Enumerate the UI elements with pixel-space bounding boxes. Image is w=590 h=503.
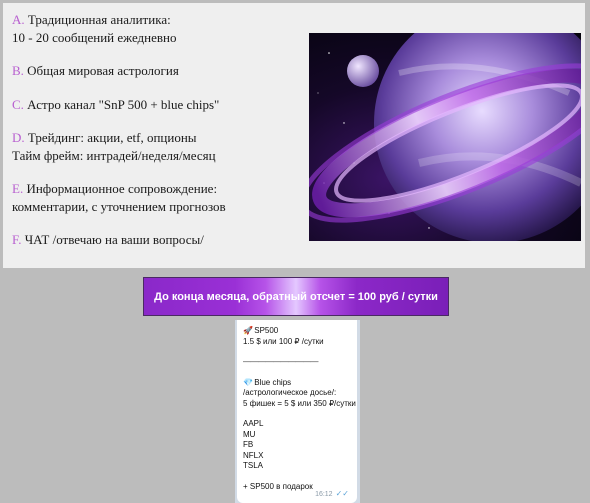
message-time: 16:12 ✓✓ xyxy=(315,489,349,501)
message-bubble: 🚀 SP500 1.5 $ или 100 ₽ /сутки —————————… xyxy=(237,320,357,503)
service-item-a: A. Традиционная аналитика: 10 - 20 сообщ… xyxy=(12,11,302,46)
service-text: Астро канал "SnP 500 + blue chips" xyxy=(27,96,220,112)
service-letter: B. xyxy=(12,63,24,78)
sp500-line: 🚀 SP500 xyxy=(243,326,351,337)
service-item-e: E. Информационное сопровождение: коммент… xyxy=(12,180,302,215)
ticker-aapl: AAPL xyxy=(243,419,264,428)
service-letter: D. xyxy=(12,130,25,145)
bluechips-desc: /астрологическое досье/: xyxy=(243,388,337,397)
bluechips-title: Blue chips xyxy=(254,377,292,387)
ticker-fb: FB xyxy=(243,440,254,449)
divider-line: —————————— xyxy=(243,357,319,366)
service-item-c: C. Астро канал "SnP 500 + blue chips" xyxy=(12,96,302,114)
planet-image xyxy=(309,33,581,241)
diamond-icon: 💎 xyxy=(243,377,253,387)
service-letter: E. xyxy=(12,181,24,196)
timestamp: 16:12 xyxy=(315,490,333,498)
service-text: Общая мировая астрология xyxy=(27,63,179,78)
service-text: Информационное сопровождение: xyxy=(26,181,218,196)
countdown-banner-button[interactable]: До конца месяца, обратный отсчет = 100 р… xyxy=(143,277,449,316)
service-text: Тайм фрейм: интрадей/неделя/месяц xyxy=(12,147,216,163)
service-letter: C. xyxy=(12,96,24,112)
double-check-icon: ✓✓ xyxy=(335,488,349,498)
services-list: A. Традиционная аналитика: 10 - 20 сообщ… xyxy=(12,11,302,265)
service-text: комментарии, с уточнением прогнозов xyxy=(12,198,226,214)
sp500-price: 1.5 $ или 100 ₽ /сутки xyxy=(243,336,324,346)
service-text: 10 - 20 сообщений ежедневно xyxy=(12,29,177,45)
service-letter: A. xyxy=(12,12,25,27)
service-item-f: F. ЧАТ /отвечаю на ваши вопросы/ xyxy=(12,231,302,249)
service-item-b: B. Общая мировая астрология xyxy=(12,62,302,80)
service-text: Трейдинг: акции, etf, опционы xyxy=(27,130,197,145)
service-text: Традиционная аналитика: xyxy=(27,12,171,27)
bluechips-line: 💎 Blue chips xyxy=(243,378,351,389)
ticker-tsla: TSLA xyxy=(243,461,264,470)
services-card: A. Традиционная аналитика: 10 - 20 сообщ… xyxy=(3,3,585,268)
service-item-d: D. Трейдинг: акции, etf, опционы Тайм фр… xyxy=(12,129,302,164)
planet-illustration xyxy=(309,33,581,241)
service-letter: F. xyxy=(12,232,22,247)
ticker-nflx: NFLX xyxy=(243,450,264,460)
ticker-mu: MU xyxy=(243,429,256,439)
service-text: ЧАТ /отвечаю на ваши вопросы/ xyxy=(24,232,204,247)
bluechips-price: 5 фишек = 5 $ или 350 ₽/сутки xyxy=(243,398,356,408)
sp500-title: SP500 xyxy=(254,326,279,335)
telegram-message-panel: 🚀 SP500 1.5 $ или 100 ₽ /сутки —————————… xyxy=(235,320,360,503)
rocket-icon: 🚀 xyxy=(243,326,253,335)
